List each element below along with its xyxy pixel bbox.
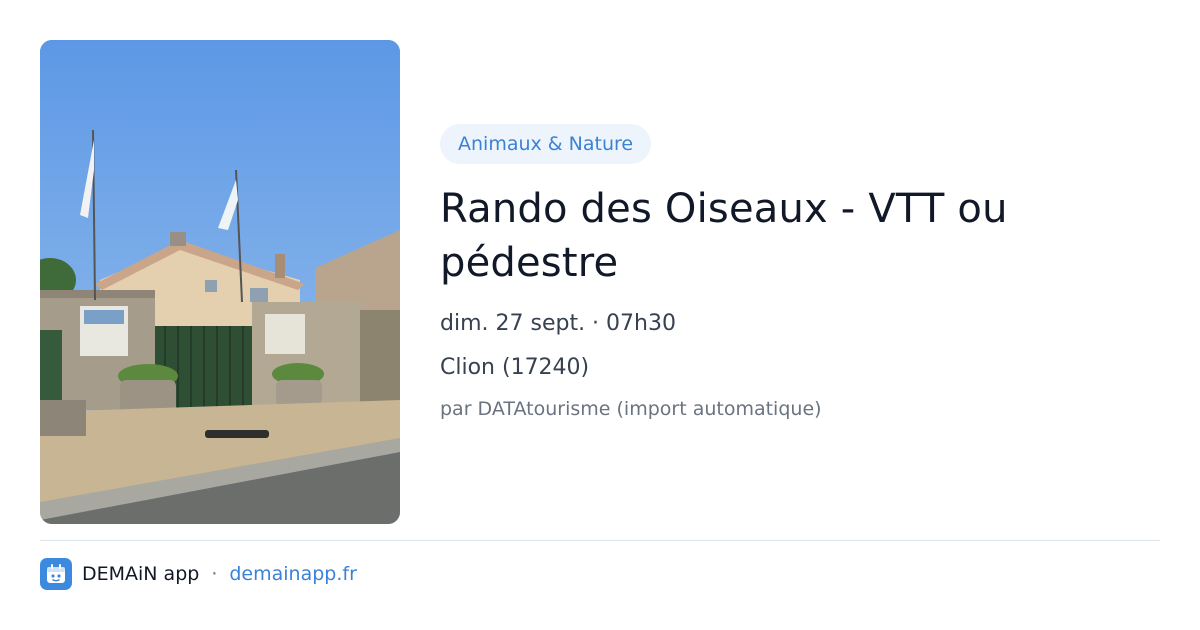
category-badge[interactable]: Animaux & Nature — [440, 124, 652, 164]
footer-separator: · — [211, 563, 218, 585]
event-date: dim. 27 sept. · 07h30 — [440, 311, 676, 336]
event-photo — [40, 40, 400, 524]
event-title[interactable]: Rando des Oiseaux - VTT ou pédestre — [440, 182, 1140, 290]
demain-app-icon — [40, 558, 72, 590]
event-location: Clion (17240) — [440, 355, 590, 380]
footer: DEMAiN app · demainapp.fr — [40, 557, 357, 591]
event-details: Animaux & Nature Rando des Oiseaux - VTT… — [440, 124, 1140, 422]
footer-divider — [40, 540, 1160, 541]
app-logo-icon — [47, 564, 65, 583]
event-card[interactable]: Animaux & Nature Rando des Oiseaux - VTT… — [40, 40, 1160, 524]
app-name: DEMAiN app — [82, 563, 200, 585]
app-url-link[interactable]: demainapp.fr — [229, 563, 357, 585]
photo-illustration — [40, 40, 400, 524]
event-source: par DATAtourisme (import automatique) — [440, 398, 822, 420]
